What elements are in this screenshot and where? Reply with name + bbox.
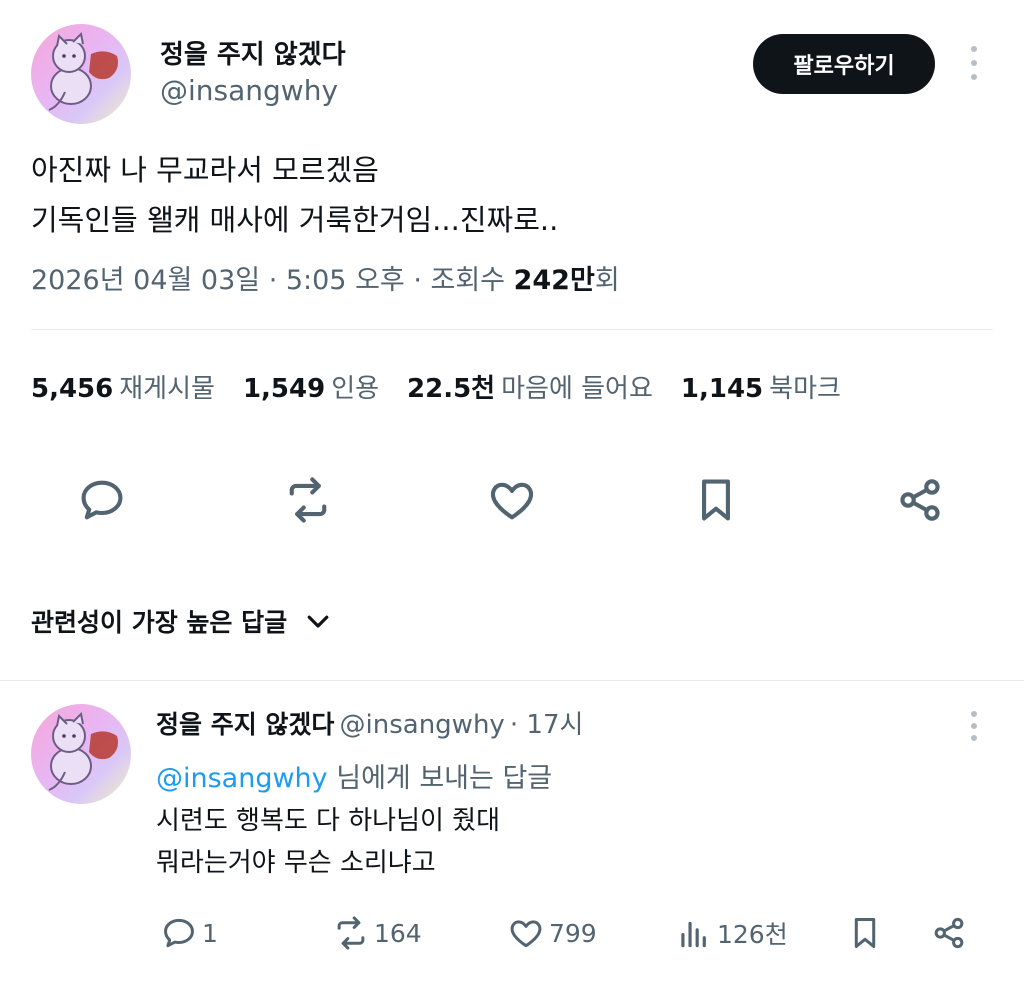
author-name[interactable]: 정을 주지 않겠다: [160, 34, 346, 71]
bookmark-icon[interactable]: [690, 474, 742, 526]
reply-text-line-2: 뭐라는거야 무슨 소리냐고: [156, 848, 436, 878]
share-icon: [934, 917, 964, 949]
reply-icon[interactable]: [76, 474, 128, 526]
repost-count: 164: [374, 918, 422, 948]
view-count-suffix: 회: [594, 265, 620, 296]
views-icon: [681, 921, 706, 948]
bookmarks-stat[interactable]: 1,145 북마크: [681, 374, 869, 404]
reposts-count: 5,456: [31, 374, 114, 404]
reply-author-avatar[interactable]: [31, 704, 131, 804]
share-icon[interactable]: [894, 474, 946, 526]
reply-more-options-icon[interactable]: [969, 711, 979, 741]
chevron-down-icon: [307, 615, 329, 628]
divider: [31, 329, 993, 330]
quotes-count: 1,549: [242, 374, 326, 404]
reply-icon: [164, 918, 194, 948]
reply-bookmark-button[interactable]: [846, 914, 884, 952]
reply-reply-button[interactable]: 1: [160, 914, 218, 952]
reply-like-button[interactable]: 799: [507, 914, 597, 952]
reply-to-suffix: 님에게 보내는 답글: [327, 763, 553, 794]
reply-to-mention[interactable]: @insangwhy: [156, 763, 328, 794]
author-avatar[interactable]: [31, 24, 131, 124]
view-count: 242만: [513, 265, 595, 296]
repost-icon: [337, 916, 365, 950]
divider: [0, 680, 1024, 681]
reply-share-button[interactable]: [930, 914, 968, 952]
likes-label: 마음에 들어요: [501, 374, 653, 404]
engagement-stats: 5,456 재게시물 1,549 인용 22.5천 마음에 들어요 1,145 북마크: [31, 368, 869, 405]
bookmarks-label: 북마크: [769, 374, 841, 404]
reply-header: 정을 주지 않겠다 @insangwhy · 17시: [156, 704, 583, 741]
reply-to-line: @insangwhy 님에게 보내는 답글: [156, 756, 552, 795]
likes-count: 22.5천: [407, 374, 496, 404]
like-icon[interactable]: [486, 474, 538, 526]
likes-stat[interactable]: 22.5천 마음에 들어요: [407, 374, 681, 404]
cat-avatar-image: [48, 711, 118, 791]
timestamp-text[interactable]: 2026년 04월 03일 · 5:05 오후 · 조회수: [31, 265, 514, 296]
tweet-text-line-1: 아진짜 나 무교라서 모르겠음: [31, 153, 379, 187]
bookmark-icon: [854, 918, 876, 948]
repost-icon[interactable]: [280, 474, 336, 526]
reply-time[interactable]: · 17시: [510, 710, 584, 740]
reply-repost-button[interactable]: 164: [332, 914, 422, 952]
like-count: 799: [549, 918, 597, 948]
replies-sort-dropdown[interactable]: 관련성이 가장 높은 답글: [31, 603, 333, 639]
replies-sort-label: 관련성이 가장 높은 답글: [31, 608, 288, 637]
bookmarks-count: 1,145: [680, 374, 764, 404]
reply-text-line-1: 시련도 행복도 다 하나님이 줬대: [156, 806, 501, 836]
reposts-label: 재게시물: [119, 374, 215, 404]
quotes-stat[interactable]: 1,549 인용: [243, 374, 407, 404]
cat-avatar-image: [48, 31, 118, 111]
quotes-label: 인용: [331, 374, 380, 404]
reply-views-button[interactable]: 126천: [675, 914, 788, 952]
like-icon: [510, 920, 542, 948]
reply-author-handle[interactable]: @insangwhy: [340, 710, 505, 740]
view-count: 126천: [717, 920, 788, 949]
tweet-timestamp[interactable]: 2026년 04월 03일 · 5:05 오후 · 조회수 242만회: [31, 258, 620, 297]
reposts-stat[interactable]: 5,456 재게시물: [31, 374, 243, 404]
follow-button[interactable]: 팔로우하기: [753, 34, 935, 94]
reply-count: 1: [202, 918, 218, 948]
more-options-icon[interactable]: [969, 46, 979, 80]
reply-author-name[interactable]: 정을 주지 않겠다: [156, 710, 334, 739]
tweet-text-line-2: 기독인들 왤캐 매사에 거룩한거임...진짜로..: [31, 203, 559, 237]
author-handle[interactable]: @insangwhy: [160, 74, 338, 107]
